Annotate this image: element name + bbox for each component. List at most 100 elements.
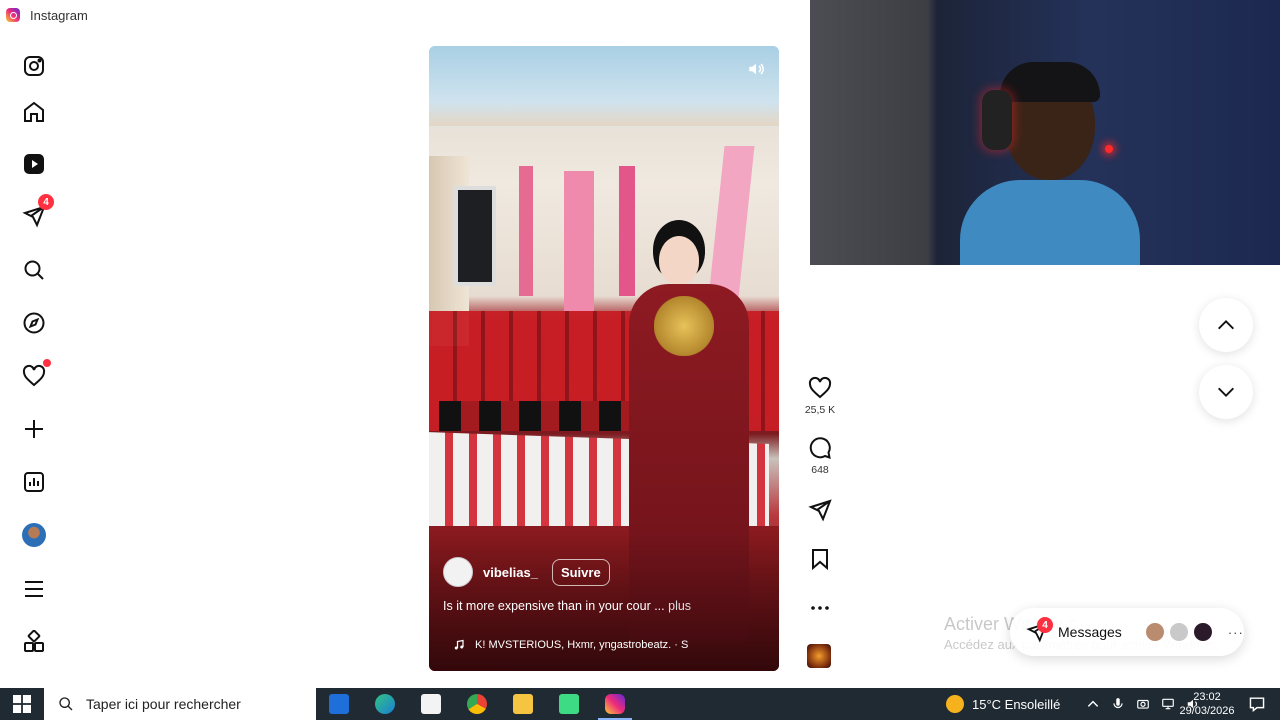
message-avatars xyxy=(1143,621,1214,643)
menu-icon[interactable] xyxy=(20,575,48,603)
video-scene-window xyxy=(454,186,496,286)
instagram-taskbar-app[interactable] xyxy=(592,688,638,720)
sidebar: 4 xyxy=(0,38,68,678)
like-count: 25,5 K xyxy=(804,404,836,416)
network-icon[interactable] xyxy=(1161,697,1175,711)
bride-embroidery xyxy=(654,296,714,356)
store-app[interactable] xyxy=(408,688,454,720)
comment-action: 648 xyxy=(800,436,840,476)
share-action xyxy=(800,498,840,522)
webcam-overlay xyxy=(810,0,1280,265)
apps-icon[interactable] xyxy=(20,628,48,656)
chrome-app[interactable] xyxy=(454,688,500,720)
weather-text: 15°C Ensoleillé xyxy=(972,696,1061,712)
taskbar-search[interactable]: Taper ici pour rechercher xyxy=(44,688,316,720)
android-icon xyxy=(559,694,579,714)
chevron-down-icon xyxy=(1218,387,1234,397)
compass-icon[interactable] xyxy=(20,309,48,337)
bride-head xyxy=(659,236,699,284)
reel-caption[interactable]: Is it more expensive than in your cour .… xyxy=(443,599,691,613)
send-icon[interactable]: 4 xyxy=(20,194,54,230)
outlook-icon xyxy=(329,694,349,714)
instagram-app-icon xyxy=(6,8,20,22)
heart-icon[interactable] xyxy=(808,376,832,400)
chevron-up-icon[interactable] xyxy=(1086,697,1100,711)
sun-icon xyxy=(946,695,964,713)
reel-author: vibelias_ Suivre xyxy=(443,557,610,587)
avatar xyxy=(1167,621,1190,643)
headset-icon xyxy=(982,90,1012,150)
sound-on-icon[interactable] xyxy=(747,60,765,78)
audio-track-name: K! MVSTERIOUS, Hxmr, yngastrobeatz. · S xyxy=(475,639,689,651)
reel-video[interactable]: vibelias_ Suivre Is it more expensive th… xyxy=(429,46,779,671)
instagram-icon xyxy=(605,694,625,714)
author-username[interactable]: vibelias_ xyxy=(483,565,538,580)
home-icon[interactable] xyxy=(20,98,48,126)
messages-button[interactable]: 4 Messages ··· xyxy=(1010,608,1244,656)
folder-icon xyxy=(513,694,533,714)
instagram-window: Instagram 4 vibelias_ Suivre Is it more … xyxy=(0,0,1280,688)
avatar xyxy=(1191,621,1214,643)
windows-taskbar: Taper ici pour rechercher 15°C Ensoleill… xyxy=(0,688,1280,720)
edge-icon xyxy=(375,694,395,714)
weather-widget[interactable]: 15°C Ensoleillé xyxy=(946,688,1060,720)
windows-logo-icon xyxy=(13,695,31,713)
android-app[interactable] xyxy=(546,688,592,720)
comment-icon[interactable] xyxy=(808,436,832,460)
notification-dot xyxy=(43,359,51,367)
outlook-app[interactable] xyxy=(316,688,362,720)
clock-time: 23:02 xyxy=(1193,691,1221,703)
notification-center-icon[interactable] xyxy=(1248,696,1266,712)
video-scene-decoration xyxy=(564,171,594,311)
microphone-icon[interactable] xyxy=(1111,697,1125,711)
clock-date: 29/03/2026 xyxy=(1179,705,1235,717)
headset-light xyxy=(1105,145,1113,153)
comment-count: 648 xyxy=(811,464,829,476)
streamer xyxy=(960,60,1140,265)
send-icon[interactable] xyxy=(808,498,832,522)
video-scene-decoration xyxy=(519,166,533,296)
taskbar-search-placeholder: Taper ici pour rechercher xyxy=(86,696,241,712)
start-button[interactable] xyxy=(0,688,44,720)
file-explorer-app[interactable] xyxy=(500,688,546,720)
more-icon: ··· xyxy=(1227,624,1244,640)
avatar xyxy=(1143,621,1166,643)
plus-icon[interactable] xyxy=(20,415,48,443)
profile-avatar[interactable] xyxy=(20,521,48,549)
previous-reel-button[interactable] xyxy=(1199,298,1253,352)
search-icon xyxy=(59,697,73,711)
bookmark-icon[interactable] xyxy=(808,547,832,571)
author-avatar[interactable] xyxy=(443,557,473,587)
search-icon[interactable] xyxy=(20,256,48,284)
streamer-shirt xyxy=(960,180,1140,265)
like-action: 25,5 K xyxy=(800,376,840,416)
avatar xyxy=(22,523,46,547)
chevron-up-icon xyxy=(1218,320,1234,330)
title-bar: Instagram xyxy=(0,0,810,30)
save-action xyxy=(800,547,840,571)
messages-badge: 4 xyxy=(38,194,54,210)
store-icon xyxy=(421,694,441,714)
heart-icon[interactable] xyxy=(20,359,51,390)
chrome-icon xyxy=(467,694,487,714)
camera-icon[interactable] xyxy=(1136,697,1150,711)
reel-audio[interactable]: K! MVSTERIOUS, Hxmr, yngastrobeatz. · S xyxy=(453,639,688,651)
audio-thumbnail[interactable] xyxy=(807,644,831,668)
edge-app[interactable] xyxy=(362,688,408,720)
follow-button[interactable]: Suivre xyxy=(551,558,610,586)
taskbar-clock[interactable]: 23:02 29/03/2026 xyxy=(1176,690,1238,718)
caption-more-link[interactable]: plus xyxy=(668,599,691,613)
streamer-cap xyxy=(1000,62,1100,102)
caption-text: Is it more expensive than in your cour .… xyxy=(443,599,665,613)
video-scene-ceiling xyxy=(429,46,779,126)
chart-icon[interactable] xyxy=(20,468,48,496)
reels-icon[interactable] xyxy=(20,150,48,178)
next-reel-button[interactable] xyxy=(1199,365,1253,419)
messages-badge: 4 xyxy=(1037,617,1053,633)
window-title: Instagram xyxy=(30,7,88,23)
more-options-icon[interactable] xyxy=(808,596,832,620)
messages-label: Messages xyxy=(1058,624,1122,640)
instagram-logo-icon[interactable] xyxy=(20,52,48,80)
music-note-icon xyxy=(454,639,464,650)
more-action xyxy=(800,596,840,620)
